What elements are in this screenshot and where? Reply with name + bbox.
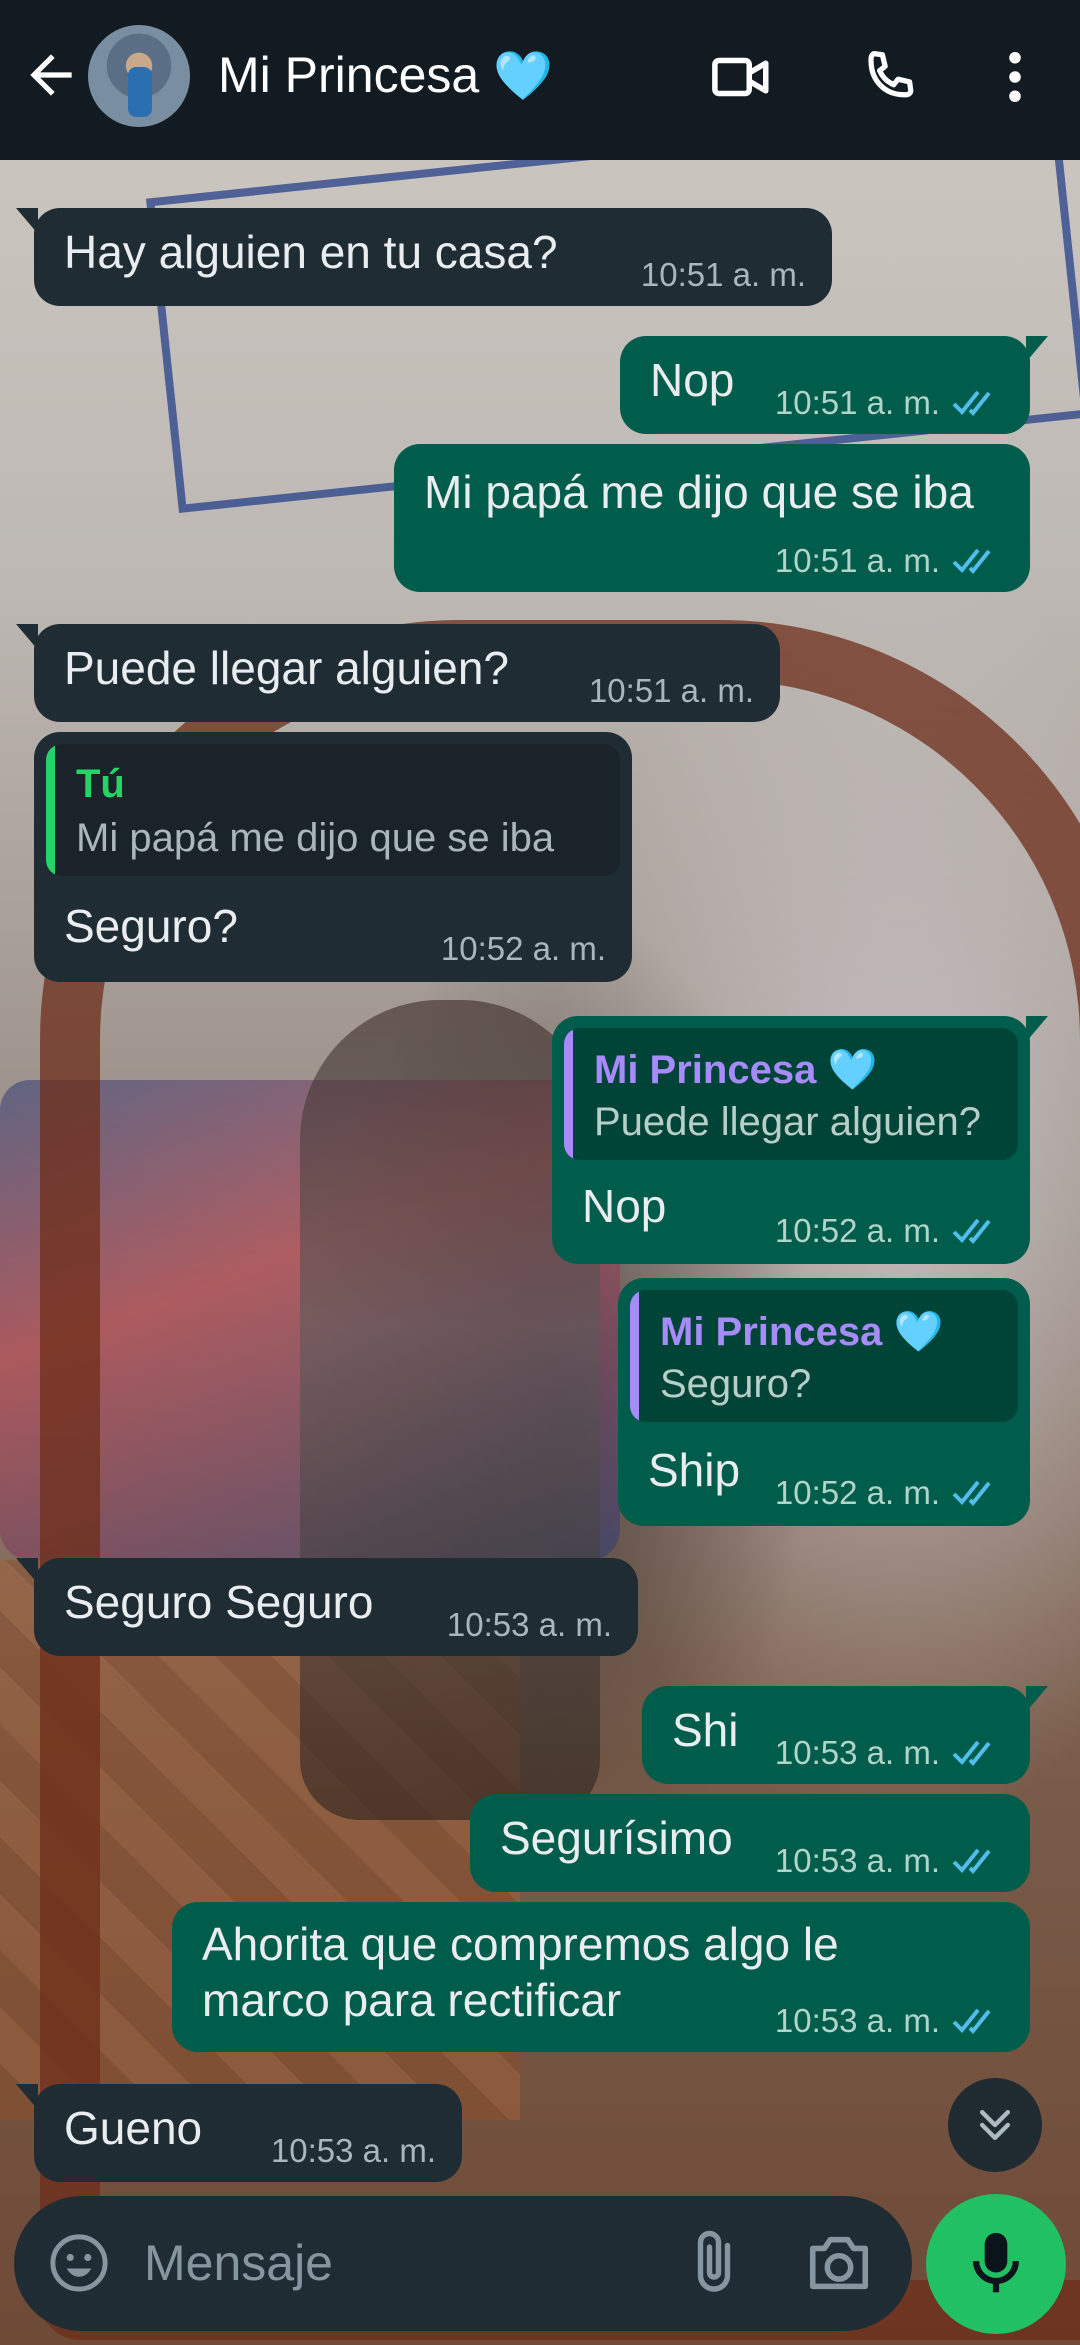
- quote-author: Mi Princesa 🩵: [594, 1048, 878, 1092]
- message-bubble-incoming[interactable]: Seguro Seguro 10:53 a. m.: [16, 1558, 638, 1656]
- voice-call-icon[interactable]: [856, 44, 922, 110]
- quote-text: Mi papá me dijo que se iba: [76, 816, 555, 860]
- emoji-icon[interactable]: [46, 2230, 112, 2296]
- message-composer: Mensaje: [14, 2196, 912, 2331]
- bubble-tail: [1026, 1686, 1048, 1712]
- message-time: 10:53 a. m.: [446, 1606, 612, 1643]
- message-time: 10:51 a. m.: [588, 672, 754, 709]
- back-arrow-icon[interactable]: [20, 44, 82, 106]
- message-time: 10:51 a. m.: [774, 384, 940, 421]
- quote-bar: [46, 744, 55, 876]
- message-bubble-outgoing-reply[interactable]: Mi Princesa 🩵 Seguro? Ship 10:52 a. m.: [618, 1278, 1030, 1526]
- bubble-tail: [16, 624, 38, 650]
- message-text: Nop: [650, 354, 735, 406]
- message-bubble-incoming[interactable]: Puede llegar alguien? 10:51 a. m.: [16, 624, 780, 722]
- message-text: Seguro Seguro: [64, 1576, 374, 1628]
- microphone-icon: [973, 2232, 1019, 2293]
- bubble-tail: [16, 2084, 38, 2110]
- contact-emoji: 🩵: [493, 50, 553, 103]
- message-bubble-outgoing[interactable]: Shi 10:53 a. m.: [642, 1686, 1048, 1784]
- chat-header: Mi Princesa 🩵: [0, 0, 1080, 160]
- message-text: Segurísimo: [500, 1812, 733, 1864]
- read-receipt-icon: [952, 548, 991, 574]
- message-bubble-outgoing[interactable]: Nop 10:51 a. m.: [620, 336, 1048, 434]
- message-text: Mi papá me dijo que se iba: [424, 466, 974, 518]
- scroll-to-bottom-button[interactable]: [948, 2078, 1042, 2172]
- message-time: 10:53 a. m.: [774, 2002, 940, 2039]
- contact-avatar[interactable]: [88, 25, 190, 127]
- message-text: Ship: [648, 1444, 741, 1496]
- read-receipt-icon: [952, 1480, 991, 1506]
- message-bubble-incoming[interactable]: Gueno 10:53 a. m.: [16, 2084, 462, 2182]
- bubble-tail: [16, 1558, 38, 1584]
- voice-message-button[interactable]: [926, 2194, 1066, 2334]
- message-text: Puede llegar alguien?: [64, 642, 510, 694]
- message-time: 10:52 a. m.: [774, 1212, 940, 1249]
- camera-icon[interactable]: [804, 2230, 874, 2296]
- message-text: Hay alguien en tu casa?: [64, 226, 558, 278]
- read-receipt-icon: [952, 1740, 991, 1766]
- message-bubble-incoming-reply[interactable]: Tú Mi papá me dijo que se iba Seguro? 10…: [34, 732, 632, 982]
- quote-text: Puede llegar alguien?: [594, 1100, 981, 1144]
- message-time: 10:53 a. m.: [774, 1842, 940, 1879]
- message-bubble-outgoing[interactable]: Ahorita que compremos algo le marco para…: [172, 1902, 1030, 2052]
- message-text: Seguro?: [64, 900, 238, 952]
- message-input[interactable]: Mensaje: [144, 2234, 333, 2292]
- read-receipt-icon: [952, 1218, 991, 1244]
- read-receipt-icon: [952, 2008, 991, 2034]
- message-time: 10:52 a. m.: [774, 1474, 940, 1511]
- message-text-line-2: marco para rectificar: [202, 1974, 622, 2026]
- contact-name-text: Mi Princesa: [218, 47, 480, 103]
- contact-name[interactable]: Mi Princesa 🩵: [218, 46, 553, 104]
- message-text: Shi: [672, 1704, 739, 1756]
- message-text: Nop: [582, 1180, 667, 1232]
- attach-clip-icon[interactable]: [678, 2226, 750, 2298]
- message-text: Gueno: [64, 2102, 203, 2154]
- quote-author: Mi Princesa 🩵: [660, 1310, 944, 1354]
- message-time: 10:51 a. m.: [774, 542, 940, 579]
- message-bubble-outgoing[interactable]: Segurísimo 10:53 a. m.: [470, 1794, 1030, 1892]
- quote-text: Seguro?: [660, 1362, 812, 1406]
- bubble-tail: [1026, 1016, 1048, 1042]
- message-time: 10:52 a. m.: [440, 930, 606, 967]
- bubble-tail: [16, 208, 38, 234]
- double-chevron-down-icon: [979, 2109, 1011, 2141]
- quote-bar: [630, 1290, 639, 1422]
- quoted-message[interactable]: Mi Princesa 🩵 Seguro?: [630, 1290, 1018, 1422]
- message-text-line-1: Ahorita que compremos algo le: [202, 1918, 839, 1970]
- quoted-message[interactable]: Tú Mi papá me dijo que se iba: [46, 744, 620, 876]
- read-receipt-icon: [952, 390, 991, 416]
- quoted-message[interactable]: Mi Princesa 🩵 Puede llegar alguien?: [564, 1028, 1018, 1160]
- message-bubble-outgoing[interactable]: Mi papá me dijo que se iba 10:51 a. m.: [394, 444, 1030, 592]
- message-time: 10:53 a. m.: [774, 1734, 940, 1771]
- quote-author: Tú: [76, 762, 125, 806]
- message-bubble-outgoing-reply[interactable]: Mi Princesa 🩵 Puede llegar alguien? Nop …: [552, 1016, 1048, 1264]
- bubble-tail: [1026, 336, 1048, 362]
- quote-bar: [564, 1028, 573, 1160]
- message-time: 10:53 a. m.: [270, 2132, 436, 2169]
- read-receipt-icon: [952, 1848, 991, 1874]
- more-options-icon[interactable]: [982, 44, 1048, 110]
- video-call-icon[interactable]: [708, 44, 774, 110]
- message-time: 10:51 a. m.: [640, 256, 806, 293]
- message-bubble-incoming[interactable]: Hay alguien en tu casa? 10:51 a. m.: [16, 208, 832, 306]
